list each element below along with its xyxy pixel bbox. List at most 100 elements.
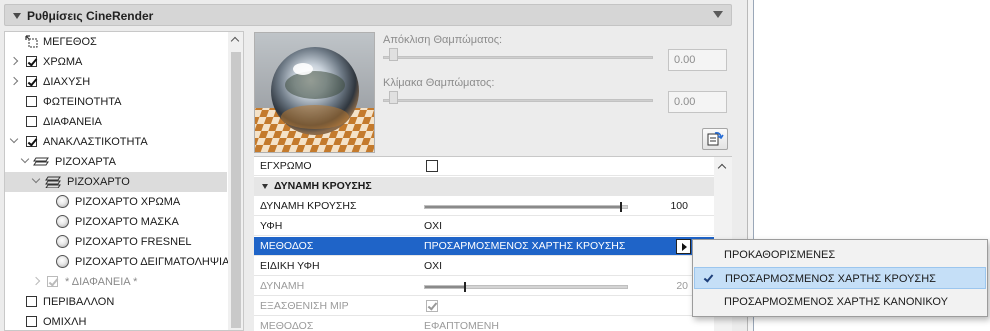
shader-ball-icon [56, 255, 69, 268]
checkbox[interactable] [26, 316, 37, 327]
property-grid: ΕΓΧΡΩΜΟ ΔΥΝΑΜΗ ΚΡΟΥΣΗΣ ΔΥΝΑΜΗ ΚΡΟΥΣΗΣ 10… [254, 156, 732, 331]
slider-handle[interactable] [619, 202, 622, 212]
tree-item-layer-color[interactable]: ΡΙΖΟΧΑΡΤΟ ΧΡΩΜΑ [5, 192, 227, 212]
property-value: 100 [670, 200, 688, 212]
section-collapse-triangle-icon[interactable] [262, 184, 268, 189]
expand-triangle-icon[interactable] [13, 13, 21, 19]
blur-scale-slider[interactable] [383, 99, 653, 102]
property-value: ΠΡΟΣΑΡΜΟΣΜΕΝΟΣ ΧΑΡΤΗΣ ΚΡΟΥΣΗΣ [424, 240, 626, 252]
tree-item-layer-mask[interactable]: ΡΙΖΟΧΑΡΤΟ ΜΑΣΚΑ [5, 212, 227, 232]
property-key: ΜΕΘΟΔΟΣ [260, 320, 314, 331]
tree-item-layer-transparency[interactable]: * ΔΙΑΦΑΝΕΙΑ * [5, 272, 227, 292]
property-row-method2: ΜΕΘΟΔΟΣ ΕΦΑΠΤΟΜΕΝΗ [254, 317, 714, 331]
grayscale-checkbox[interactable] [426, 160, 438, 172]
resize-icon [25, 35, 38, 48]
property-key: ΜΕΘΟΔΟΣ [260, 240, 314, 252]
channel-tree: ΜΕΓΕΘΟΣ ΧΡΩΜΑ ΔΙΑΧΥΣΗ ΦΩΤΕΙΝΟΤΗΤΑ ΔΙΑΦΑΝ… [4, 31, 244, 331]
checkbox[interactable] [26, 136, 37, 147]
shader-ball-icon [56, 235, 69, 248]
blur-offset-slider[interactable] [383, 56, 653, 59]
tree-item-label: ΔΙΑΧΥΣΗ [43, 76, 91, 88]
property-row-special-texture[interactable]: ΕΙΔΙΚΗ ΥΦΗ ΟΧΙ [254, 257, 714, 276]
tree-item-layer[interactable]: ΡΙΖΟΧΑΡΤΟ [5, 172, 227, 192]
bump-strength-slider[interactable] [424, 202, 628, 212]
section-bump-strength[interactable]: ΔΥΝΑΜΗ ΚΡΟΥΣΗΣ [254, 177, 714, 196]
blur-scale-input[interactable]: 0.00 [668, 91, 727, 113]
property-value: 20 [676, 280, 688, 292]
property-row-power: ΔΥΝΑΜΗ 20 [254, 277, 714, 296]
checkbox[interactable] [26, 76, 37, 87]
tree-item-label: ΡΙΖΟΧΑΡΤΟ ΜΑΣΚΑ [75, 216, 179, 228]
tree-item-environment[interactable]: ΠΕΡΙΒΑΛΛΟΝ [5, 292, 227, 312]
property-key: ΕΞΑΣΘΕΝΙΣΗ MIP [260, 300, 349, 312]
material-preview [254, 32, 375, 153]
blur-offset-input[interactable]: 0.00 [668, 49, 727, 71]
tree-item-reflectance[interactable]: ΑΝΑΚΛΑΣΤΙΚΟΤΗΤΑ [5, 132, 227, 152]
slider-fill [425, 286, 466, 288]
checkbox[interactable] [26, 96, 37, 107]
export-settings-button[interactable] [702, 128, 728, 150]
checkbox[interactable] [47, 276, 58, 287]
checkbox[interactable] [26, 56, 37, 67]
collapse-arrow-icon[interactable] [713, 11, 723, 18]
slider-handle[interactable] [464, 282, 467, 292]
tree-item-size[interactable]: ΜΕΓΕΘΟΣ [5, 32, 227, 52]
tree-item-color[interactable]: ΧΡΩΜΑ [5, 52, 227, 72]
tree-item-fog[interactable]: ΟΜΙΧΛΗ [5, 312, 227, 330]
chevron-down-icon[interactable] [31, 174, 41, 184]
panel-header[interactable]: Ρυθμίσεις CineRender [4, 4, 732, 26]
tree-item-layer-sampling[interactable]: ΡΙΖΟΧΑΡΤΟ ΔΕΙΓΜΑΤΟΛΗΨΙΑ [5, 252, 230, 272]
menu-item-custom-normal-map[interactable]: ΠΡΟΣΑΡΜΟΣΜΕΝΟΣ ΧΑΡΤΗΣ ΚΑΝΟΝΙΚΟΥ [694, 291, 986, 313]
power-slider[interactable] [424, 282, 628, 292]
tree-item-luminance[interactable]: ΦΩΤΕΙΝΟΤΗΤΑ [5, 92, 227, 112]
panel-title: Ρυθμίσεις CineRender [27, 9, 154, 23]
menu-item-custom-bump-map[interactable]: ΠΡΟΣΑΡΜΟΣΜΕΝΟΣ ΧΑΡΤΗΣ ΚΡΟΥΣΗΣ [694, 267, 986, 289]
chevron-right-icon[interactable] [9, 76, 19, 86]
chevron-down-icon[interactable] [9, 134, 19, 144]
tree-item-label: ΡΙΖΟΧΑΡΤΑ [55, 156, 116, 168]
property-key: ΔΥΝΑΜΗ [260, 280, 305, 292]
property-row-grayscale: ΕΓΧΡΩΜΟ [254, 157, 714, 176]
slider-knob[interactable] [389, 48, 398, 61]
tree-item-label: ΧΡΩΜΑ [43, 56, 83, 68]
chevron-down-icon[interactable] [20, 154, 30, 164]
menu-item-default[interactable]: ΠΡΟΚΑΘΟΡΙΣΜΕΝΕΣ [694, 244, 986, 266]
tree-item-label: ΡΙΖΟΧΑΡΤΟ FRESNEL [75, 236, 192, 248]
tree-item-layer-fresnel[interactable]: ΡΙΖΟΧΑΡΤΟ FRESNEL [5, 232, 227, 252]
chevron-up-icon[interactable] [717, 163, 727, 173]
checkbox[interactable] [26, 296, 37, 307]
chevron-up-icon[interactable] [230, 36, 240, 46]
tree-item-label: ΡΙΖΟΧΑΡΤΟ ΔΕΙΓΜΑΤΟΛΗΨΙΑ [75, 256, 230, 268]
mip-falloff-checkbox[interactable] [426, 300, 438, 312]
tree-item-layers[interactable]: ΡΙΖΟΧΑΡΤΑ [5, 152, 227, 172]
property-row-mip-falloff: ΕΞΑΣΘΕΝΙΣΗ MIP [254, 297, 714, 316]
tree-item-label: ΠΕΡΙΒΑΛΛΟΝ [43, 296, 115, 308]
chevron-right-icon[interactable] [9, 56, 19, 66]
export-icon [707, 132, 724, 146]
tree-item-diffusion[interactable]: ΔΙΑΧΥΣΗ [5, 72, 227, 92]
chevron-right-icon[interactable] [31, 276, 41, 286]
chrome-sphere-preview-image [255, 33, 374, 152]
layers-icon [33, 157, 49, 166]
slider-fill [425, 206, 621, 208]
menu-item-label: ΠΡΟΣΑΡΜΟΣΜΕΝΟΣ ΧΑΡΤΗΣ ΚΑΝΟΝΙΚΟΥ [724, 296, 948, 308]
checkbox[interactable] [26, 116, 37, 127]
shader-ball-icon [56, 215, 69, 228]
property-key: ΕΓΧΡΩΜΟ [260, 160, 312, 172]
property-row-method[interactable]: ΜΕΘΟΔΟΣ ΠΡΟΣΑΡΜΟΣΜΕΝΟΣ ΧΑΡΤΗΣ ΚΡΟΥΣΗΣ [254, 237, 714, 256]
tree-scrollbar[interactable] [228, 32, 243, 330]
section-title: ΔΥΝΑΜΗ ΚΡΟΥΣΗΣ [274, 180, 372, 192]
property-key: ΥΦΗ [260, 220, 283, 232]
slider-knob[interactable] [389, 91, 398, 104]
menu-item-label: ΠΡΟΣΑΡΜΟΣΜΕΝΟΣ ΧΑΡΤΗΣ ΚΡΟΥΣΗΣ [725, 273, 936, 285]
tree-item-transparency[interactable]: ΔΙΑΦΑΝΕΙΑ [5, 112, 227, 132]
blur-offset-label: Απόκλιση Θαμπώματος: [383, 34, 503, 46]
property-key: ΔΥΝΑΜΗ ΚΡΟΥΣΗΣ [260, 200, 357, 212]
checkmark-icon [703, 272, 714, 283]
property-row-bump-strength: ΔΥΝΑΜΗ ΚΡΟΥΣΗΣ 100 [254, 197, 714, 216]
menu-item-label: ΠΡΟΚΑΘΟΡΙΣΜΕΝΕΣ [724, 249, 836, 261]
property-row-texture[interactable]: ΥΦΗ ΟΧΙ [254, 217, 714, 236]
scrollbar-thumb[interactable] [231, 52, 241, 328]
method-dropdown-button[interactable] [676, 239, 691, 254]
cinerender-settings-panel: Ρυθμίσεις CineRender ΜΕΓΕΘΟΣ ΧΡΩΜΑ ΔΙΑΧΥ… [0, 0, 748, 331]
